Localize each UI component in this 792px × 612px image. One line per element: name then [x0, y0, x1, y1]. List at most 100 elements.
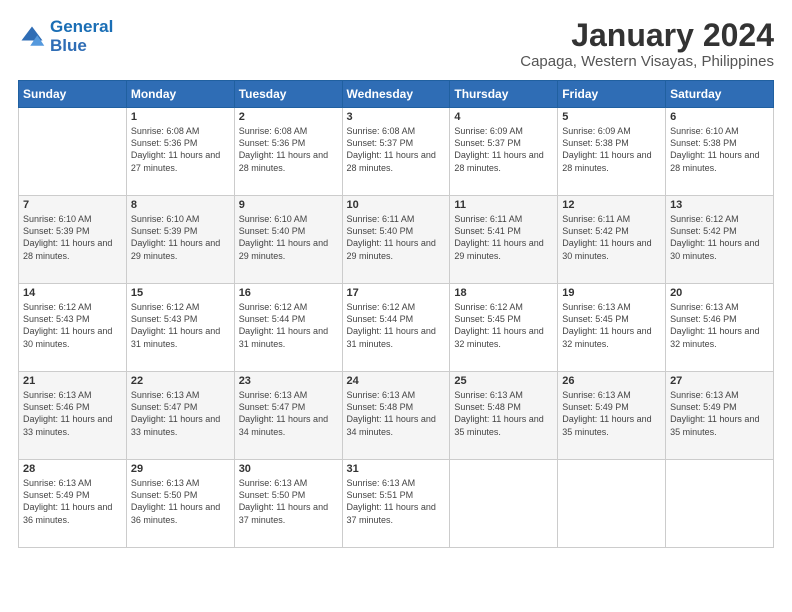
day-number: 7 [23, 199, 122, 211]
calendar-header-saturday: Saturday [666, 81, 774, 108]
calendar-cell: 14Sunrise: 6:12 AMSunset: 5:43 PMDayligh… [19, 284, 127, 372]
calendar-cell: 22 Sunrise: 6:13 AMSunset: 5:47 PMDayligh… [126, 372, 234, 460]
day-info: Sunrise: 6:13 AMSunset: 5:47 PMDaylight:… [239, 389, 338, 438]
day-info: Sunrise: 6:08 AMSunset: 5:36 PMDaylight:… [239, 125, 338, 174]
day-number: 15 [131, 287, 230, 299]
calendar-cell: 20 Sunrise: 6:13 AMSunset: 5:46 PMDayligh… [666, 284, 774, 372]
day-info: Sunrise: 6:08 AMSunset: 5:37 PMDaylight:… [347, 125, 446, 174]
day-info: Sunrise: 6:10 AMSunset: 5:39 PMDaylight:… [131, 213, 230, 262]
calendar-cell: 18 Sunrise: 6:12 AMSunset: 5:45 PMDayligh… [450, 284, 558, 372]
day-number: 23 [239, 375, 338, 387]
day-number: 26 [562, 375, 661, 387]
main-title: January 2024 [520, 18, 774, 53]
calendar-cell: 31 Sunrise: 6:13 AMSunset: 5:51 PMDayligh… [342, 460, 450, 548]
calendar-header-row: SundayMondayTuesdayWednesdayThursdayFrid… [19, 81, 774, 108]
day-number: 13 [670, 199, 769, 211]
calendar-cell [19, 108, 127, 196]
day-number: 31 [347, 463, 446, 475]
day-info: Sunrise: 6:09 AMSunset: 5:38 PMDaylight:… [562, 125, 661, 174]
day-number: 20 [670, 287, 769, 299]
day-number: 1 [131, 111, 230, 123]
calendar-cell: 19Sunrise: 6:13 AMSunset: 5:45 PMDayligh… [558, 284, 666, 372]
day-info: Sunrise: 6:13 AMSunset: 5:46 PMDaylight:… [670, 301, 769, 350]
logo-icon [18, 23, 46, 51]
calendar-cell: 3 Sunrise: 6:08 AMSunset: 5:37 PMDaylight… [342, 108, 450, 196]
day-number: 30 [239, 463, 338, 475]
header: General Blue January 2024 Capaga, Wester… [18, 18, 774, 70]
calendar-cell: 28 Sunrise: 6:13 AMSunset: 5:49 PMDayligh… [19, 460, 127, 548]
calendar-header-wednesday: Wednesday [342, 81, 450, 108]
day-number: 21 [23, 375, 122, 387]
day-number: 18 [454, 287, 553, 299]
day-info: Sunrise: 6:10 AMSunset: 5:38 PMDaylight:… [670, 125, 769, 174]
calendar-cell: 15 Sunrise: 6:12 AMSunset: 5:43 PMDayligh… [126, 284, 234, 372]
calendar-cell: 24 Sunrise: 6:13 AMSunset: 5:48 PMDayligh… [342, 372, 450, 460]
day-info: Sunrise: 6:11 AMSunset: 5:41 PMDaylight:… [454, 213, 553, 262]
calendar-cell: 6 Sunrise: 6:10 AMSunset: 5:38 PMDaylight… [666, 108, 774, 196]
day-info: Sunrise: 6:13 AMSunset: 5:47 PMDaylight:… [131, 389, 230, 438]
calendar-cell: 16Sunrise: 6:12 AMSunset: 5:44 PMDayligh… [234, 284, 342, 372]
calendar-header-tuesday: Tuesday [234, 81, 342, 108]
day-number: 9 [239, 199, 338, 211]
day-info: Sunrise: 6:13 AMSunset: 5:45 PMDaylight:… [562, 301, 661, 350]
calendar-cell: 17 Sunrise: 6:12 AMSunset: 5:44 PMDayligh… [342, 284, 450, 372]
calendar-cell: 26 Sunrise: 6:13 AMSunset: 5:49 PMDayligh… [558, 372, 666, 460]
day-info: Sunrise: 6:10 AMSunset: 5:39 PMDaylight:… [23, 213, 122, 262]
day-info: Sunrise: 6:13 AMSunset: 5:50 PMDaylight:… [239, 477, 338, 526]
calendar-cell: 5 Sunrise: 6:09 AMSunset: 5:38 PMDaylight… [558, 108, 666, 196]
calendar-cell: 2 Sunrise: 6:08 AMSunset: 5:36 PMDaylight… [234, 108, 342, 196]
day-info: Sunrise: 6:13 AMSunset: 5:51 PMDaylight:… [347, 477, 446, 526]
day-info: Sunrise: 6:12 AMSunset: 5:42 PMDaylight:… [670, 213, 769, 262]
calendar-cell: 12Sunrise: 6:11 AMSunset: 5:42 PMDayligh… [558, 196, 666, 284]
logo-blue: Blue [50, 36, 87, 55]
day-info: Sunrise: 6:11 AMSunset: 5:40 PMDaylight:… [347, 213, 446, 262]
calendar-cell [666, 460, 774, 548]
calendar-cell: 4Sunrise: 6:09 AMSunset: 5:37 PMDaylight… [450, 108, 558, 196]
calendar-cell: 8 Sunrise: 6:10 AMSunset: 5:39 PMDaylight… [126, 196, 234, 284]
day-info: Sunrise: 6:13 AMSunset: 5:48 PMDaylight:… [347, 389, 446, 438]
calendar-week-4: 28 Sunrise: 6:13 AMSunset: 5:49 PMDayligh… [19, 460, 774, 548]
day-number: 3 [347, 111, 446, 123]
calendar-header-friday: Friday [558, 81, 666, 108]
day-info: Sunrise: 6:13 AMSunset: 5:50 PMDaylight:… [131, 477, 230, 526]
day-number: 22 [131, 375, 230, 387]
day-number: 17 [347, 287, 446, 299]
day-number: 24 [347, 375, 446, 387]
day-info: Sunrise: 6:12 AMSunset: 5:45 PMDaylight:… [454, 301, 553, 350]
day-info: Sunrise: 6:12 AMSunset: 5:43 PMDaylight:… [131, 301, 230, 350]
day-number: 6 [670, 111, 769, 123]
day-number: 2 [239, 111, 338, 123]
day-info: Sunrise: 6:13 AMSunset: 5:46 PMDaylight:… [23, 389, 122, 438]
calendar-cell: 25Sunrise: 6:13 AMSunset: 5:48 PMDayligh… [450, 372, 558, 460]
calendar-table: SundayMondayTuesdayWednesdayThursdayFrid… [18, 80, 774, 548]
calendar-cell: 13 Sunrise: 6:12 AMSunset: 5:42 PMDayligh… [666, 196, 774, 284]
day-info: Sunrise: 6:13 AMSunset: 5:49 PMDaylight:… [670, 389, 769, 438]
calendar-week-2: 14Sunrise: 6:12 AMSunset: 5:43 PMDayligh… [19, 284, 774, 372]
day-number: 4 [454, 111, 553, 123]
day-number: 29 [131, 463, 230, 475]
day-number: 10 [347, 199, 446, 211]
day-number: 16 [239, 287, 338, 299]
calendar-cell: 29 Sunrise: 6:13 AMSunset: 5:50 PMDayligh… [126, 460, 234, 548]
calendar-cell: 27Sunrise: 6:13 AMSunset: 5:49 PMDayligh… [666, 372, 774, 460]
page: General Blue January 2024 Capaga, Wester… [0, 0, 792, 612]
calendar-cell: 21 Sunrise: 6:13 AMSunset: 5:46 PMDayligh… [19, 372, 127, 460]
day-info: Sunrise: 6:08 AMSunset: 5:36 PMDaylight:… [131, 125, 230, 174]
day-number: 5 [562, 111, 661, 123]
day-info: Sunrise: 6:13 AMSunset: 5:48 PMDaylight:… [454, 389, 553, 438]
day-number: 8 [131, 199, 230, 211]
day-number: 28 [23, 463, 122, 475]
day-info: Sunrise: 6:12 AMSunset: 5:44 PMDaylight:… [347, 301, 446, 350]
calendar-week-3: 21 Sunrise: 6:13 AMSunset: 5:46 PMDayligh… [19, 372, 774, 460]
calendar-header-thursday: Thursday [450, 81, 558, 108]
calendar-cell: 9 Sunrise: 6:10 AMSunset: 5:40 PMDaylight… [234, 196, 342, 284]
calendar-header-sunday: Sunday [19, 81, 127, 108]
calendar-cell: 7 Sunrise: 6:10 AMSunset: 5:39 PMDaylight… [19, 196, 127, 284]
calendar-week-0: 1 Sunrise: 6:08 AMSunset: 5:36 PMDaylight… [19, 108, 774, 196]
day-info: Sunrise: 6:10 AMSunset: 5:40 PMDaylight:… [239, 213, 338, 262]
calendar-cell: 1 Sunrise: 6:08 AMSunset: 5:36 PMDaylight… [126, 108, 234, 196]
day-number: 11 [454, 199, 553, 211]
day-info: Sunrise: 6:13 AMSunset: 5:49 PMDaylight:… [562, 389, 661, 438]
calendar-cell: 23 Sunrise: 6:13 AMSunset: 5:47 PMDayligh… [234, 372, 342, 460]
day-info: Sunrise: 6:13 AMSunset: 5:49 PMDaylight:… [23, 477, 122, 526]
